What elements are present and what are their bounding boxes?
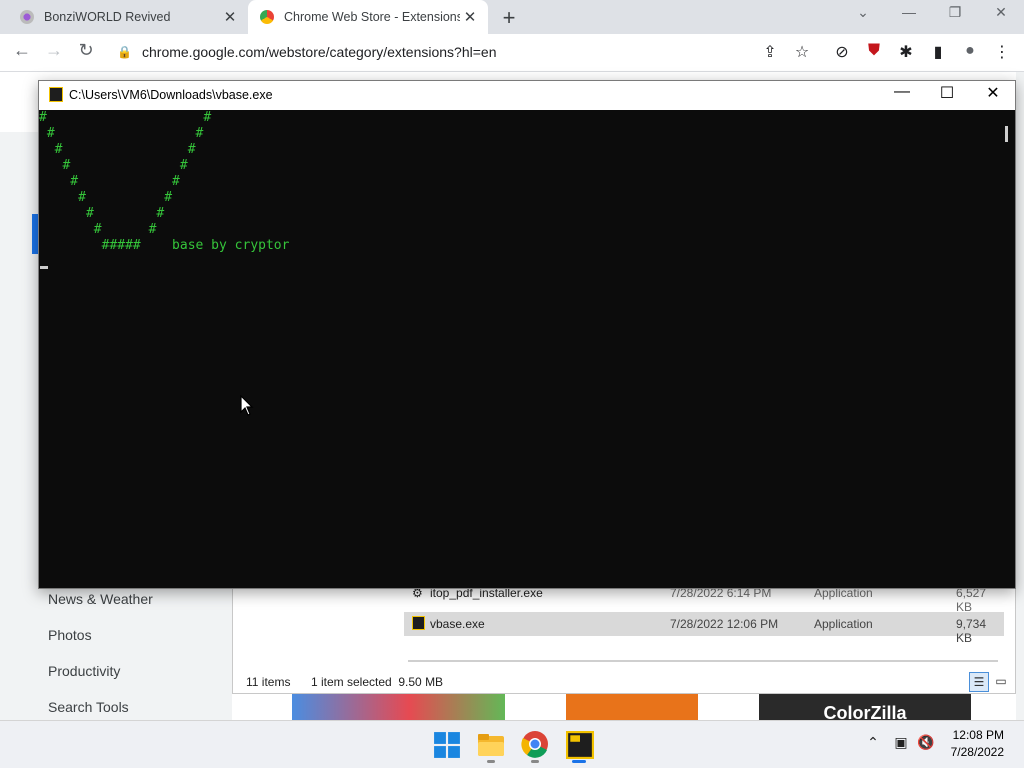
active-indicator — [572, 760, 586, 763]
horizontal-scrollbar[interactable] — [408, 660, 998, 662]
chrome-icon[interactable] — [521, 730, 549, 758]
console-window[interactable]: C:\Users\VM6\Downloads\vbase.exe — ☐ ✕ #… — [38, 80, 1016, 589]
mouse-pointer-icon — [240, 395, 254, 416]
vbase-console-icon[interactable] — [566, 731, 594, 759]
browser-restore-icon[interactable]: ❐ — [943, 4, 967, 21]
volume-muted-icon[interactable]: 🔇 — [915, 734, 937, 751]
console-app-icon — [49, 87, 63, 102]
console-output: # # # # # # # # # # # # # # # # ##### ba… — [39, 110, 290, 253]
console-scrollbar-thumb[interactable] — [1005, 126, 1008, 142]
tab-close-icon[interactable]: ✕ — [220, 8, 240, 26]
file-size: 6,527 KB — [956, 586, 987, 614]
reload-icon[interactable]: ↻ — [74, 40, 98, 61]
share-icon[interactable]: ⇪ — [759, 42, 781, 62]
file-date: 7/28/2022 12:06 PM — [670, 617, 779, 631]
file-type: Application — [814, 617, 873, 631]
new-tab-button[interactable]: + — [498, 5, 520, 31]
forward-arrow-icon[interactable]: → — [42, 40, 66, 61]
console-close-icon[interactable]: ✕ — [978, 83, 1008, 103]
side-panel-icon[interactable]: ▮ — [927, 42, 949, 62]
bonziworld-favicon-icon — [20, 10, 34, 24]
file-explorer-icon[interactable] — [477, 731, 505, 759]
large-icons-view-icon[interactable]: ▭ — [991, 672, 1011, 692]
tab-title: Chrome Web Store - Extensions — [284, 10, 460, 24]
category-news-weather[interactable]: News & Weather — [48, 591, 153, 607]
menu-kebab-icon[interactable]: ⋮ — [991, 42, 1013, 62]
category-photos[interactable]: Photos — [48, 627, 92, 643]
address-bar[interactable]: chrome.google.com/webstore/category/exte… — [142, 44, 496, 60]
block-extension-icon[interactable]: ⊘ — [831, 42, 853, 62]
page-scrollbar[interactable] — [1016, 72, 1024, 720]
selection-status: 1 item selected 9.50 MB — [311, 675, 444, 689]
file-size: 9,734 KB — [956, 617, 987, 645]
windows-start-icon[interactable] — [433, 731, 461, 759]
clock-time[interactable]: 12:08 PM — [952, 728, 1004, 742]
browser-close-icon[interactable]: ✕ — [989, 4, 1013, 21]
ublock-shield-icon[interactable]: ⛊ — [863, 42, 885, 60]
running-indicator — [531, 760, 539, 763]
console-cursor — [40, 266, 48, 269]
browser-minimize-icon[interactable]: — — [897, 4, 921, 20]
running-indicator — [487, 760, 495, 763]
tab-search-chevron-icon[interactable]: ⌄ — [851, 4, 875, 21]
console-maximize-icon[interactable]: ☐ — [932, 83, 962, 103]
colorzilla-banner[interactable]: ColorZilla — [759, 694, 971, 720]
extensions-puzzle-icon[interactable]: ✱ — [895, 42, 917, 62]
console-minimize-icon[interactable]: — — [887, 83, 917, 101]
category-productivity[interactable]: Productivity — [48, 663, 120, 679]
item-count: 11 items — [246, 675, 291, 689]
vbase-exe-icon — [412, 616, 425, 630]
bookmark-star-icon[interactable]: ☆ — [791, 42, 813, 62]
tab-chrome-web-store[interactable]: Chrome Web Store - Extensions ✕ — [248, 0, 488, 34]
show-hidden-icons-icon[interactable]: ⌃ — [862, 734, 884, 751]
clock-date[interactable]: 7/28/2022 — [944, 745, 1004, 759]
file-name: vbase.exe — [430, 617, 485, 631]
extension-banner-image[interactable] — [292, 694, 505, 720]
lock-icon[interactable]: 🔒 — [117, 45, 132, 59]
tab-bonziworld[interactable]: BonziWORLD Revived ✕ — [8, 0, 248, 34]
details-view-icon[interactable]: ☰ — [969, 672, 989, 692]
tab-close-icon[interactable]: ✕ — [460, 8, 480, 26]
category-search-tools[interactable]: Search Tools — [48, 699, 129, 715]
extension-banner-image[interactable] — [566, 694, 698, 720]
back-arrow-icon[interactable]: ← — [10, 40, 34, 61]
console-scrollbar[interactable] — [999, 110, 1015, 588]
console-title: C:\Users\VM6\Downloads\vbase.exe — [69, 88, 273, 102]
profile-avatar-icon[interactable]: ● — [959, 42, 981, 60]
tab-title: BonziWORLD Revived — [44, 10, 171, 24]
file-row-selected[interactable]: vbase.exe 7/28/2022 12:06 PM Application… — [404, 612, 1004, 645]
network-icon[interactable]: ▣ — [890, 734, 912, 751]
chrome-web-store-favicon-icon — [260, 10, 274, 24]
